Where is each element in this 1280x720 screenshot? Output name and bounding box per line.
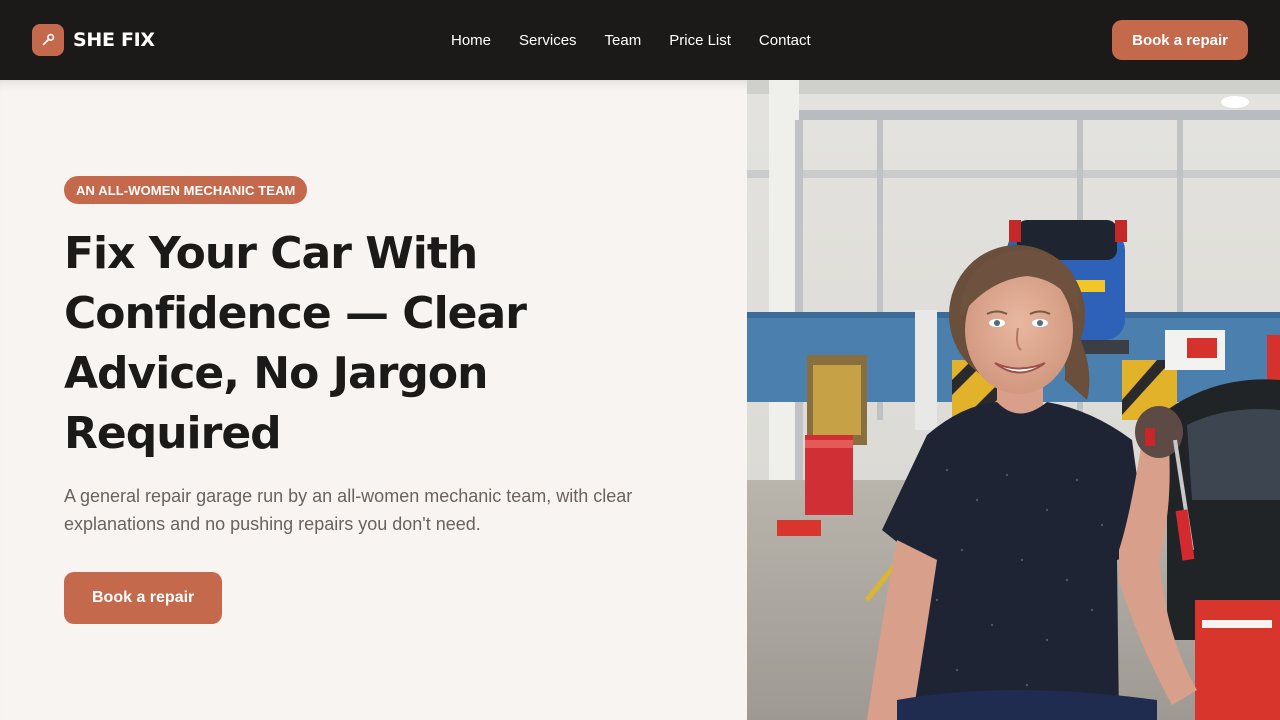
- wrench-icon: [32, 24, 64, 56]
- nav-services[interactable]: Services: [519, 32, 577, 49]
- nav-price-list[interactable]: Price List: [669, 32, 731, 49]
- site-header: SHE FIX Home Services Team Price List Co…: [0, 0, 1280, 80]
- nav-home[interactable]: Home: [451, 32, 491, 49]
- hero-subtext: A general repair garage run by an all-wo…: [64, 486, 633, 534]
- hero-headline: Fix Your Car With Confidence — Clear Adv…: [64, 228, 527, 459]
- brand-name: SHE FIX: [73, 29, 155, 51]
- brand[interactable]: SHE FIX: [32, 24, 155, 56]
- main-nav: Home Services Team Price List Contact: [451, 0, 811, 80]
- nav-contact[interactable]: Contact: [759, 32, 811, 49]
- hero-section: AN ALL-WOMEN MECHANIC TEAM Fix Your Car …: [0, 80, 747, 720]
- nav-team[interactable]: Team: [605, 32, 642, 49]
- book-repair-hero-button[interactable]: Book a repair: [64, 572, 223, 624]
- book-repair-header-button[interactable]: Book a repair: [1112, 20, 1248, 60]
- hero-photo-mechanic-in-garage: [747, 80, 1280, 720]
- hero-badge: AN ALL-WOMEN MECHANIC TEAM: [64, 176, 308, 204]
